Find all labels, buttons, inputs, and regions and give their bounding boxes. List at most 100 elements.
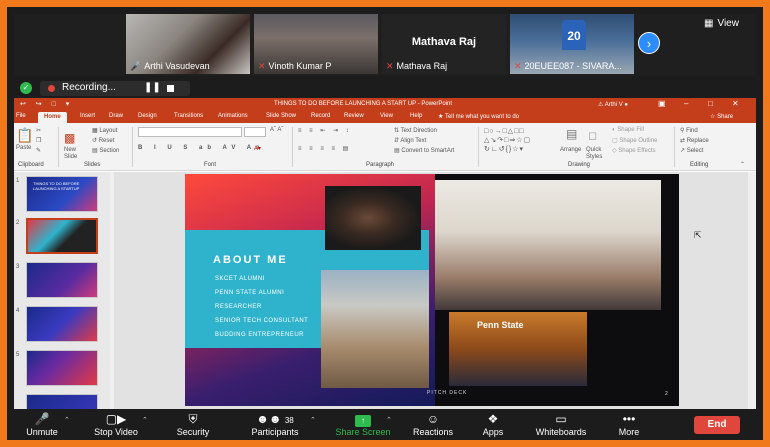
- maximize-icon[interactable]: □: [708, 99, 713, 108]
- share-screen-button[interactable]: ↑ Share Screen: [332, 412, 394, 437]
- stop-video-button[interactable]: ▢▶ Stop Video: [88, 412, 144, 437]
- shape-effects-button[interactable]: ◇ Shape Effects: [612, 147, 656, 154]
- participant-tile[interactable]: 20 ✕ 20EUEE087 - SIVARA...: [510, 14, 634, 74]
- reset-button[interactable]: ↺ Reset: [92, 137, 114, 144]
- quick-styles-icon[interactable]: ◻: [588, 129, 597, 142]
- reactions-button[interactable]: ☺ Reactions: [408, 412, 458, 437]
- shape-outline-button[interactable]: ▢ Shape Outline: [612, 137, 657, 144]
- ribbon-separator: [292, 127, 293, 167]
- next-participants-button[interactable]: ›: [638, 32, 660, 54]
- tab-draw[interactable]: Draw: [109, 113, 123, 119]
- current-slide[interactable]: ABOUT ME SKCET ALUMNI PENN STATE ALUMNI …: [185, 174, 679, 406]
- ribbon-tabs: File Home Insert Draw Design Transitions…: [14, 111, 756, 123]
- unmute-button[interactable]: 🎤 Unmute: [22, 412, 62, 437]
- more-button[interactable]: ••• More: [612, 412, 646, 437]
- ppt-titlebar: ↩ ↪ □ ▾ THINGS TO DO BEFORE LAUNCHING A …: [14, 98, 756, 111]
- arrange-icon[interactable]: ▤: [566, 127, 577, 141]
- avatar[interactable]: ●: [624, 102, 628, 108]
- collapse-ribbon-icon[interactable]: ⌃: [740, 161, 745, 168]
- convert-smartart-button[interactable]: ▤ Convert to SmartArt: [394, 147, 454, 154]
- participants-button[interactable]: ☻☻ 38 Participants: [248, 412, 302, 437]
- slide-editing-area: ABOUT ME SKCET ALUMNI PENN STATE ALUMNI …: [114, 172, 756, 409]
- tab-insert[interactable]: Insert: [80, 113, 95, 119]
- slide-thumbnail-6[interactable]: [26, 394, 98, 409]
- stop-recording-button[interactable]: [167, 85, 174, 92]
- select-button[interactable]: ↗ Select: [680, 147, 703, 154]
- tab-design[interactable]: Design: [138, 113, 157, 119]
- shapes-gallery[interactable]: □○→□△□□ △↘↷□⇒☆▢ ↻∟↺{}☆▾: [484, 127, 562, 155]
- slide-number: 1: [16, 178, 20, 184]
- apps-button[interactable]: ❖ Apps: [476, 412, 510, 437]
- minimize-icon[interactable]: –: [684, 99, 688, 108]
- align-buttons[interactable]: ≡ ≡ ≡ ≡ ▤: [298, 145, 351, 152]
- slide-thumbnail-3[interactable]: [26, 262, 98, 298]
- paste-icon[interactable]: 📋: [16, 127, 33, 144]
- slide-thumbnail-5[interactable]: [26, 350, 98, 386]
- align-text-button[interactable]: ⇵ Align Text: [394, 137, 426, 144]
- lightbulb-icon: ★: [438, 114, 444, 120]
- participant-tile[interactable]: 🎤 Arthi Vasudevan: [126, 14, 250, 74]
- participant-display-name: Mathava Raj: [411, 36, 477, 48]
- whiteboards-button[interactable]: ▭ Whiteboards: [530, 412, 592, 437]
- participant-tile[interactable]: ✕ Vinoth Kumar P: [254, 14, 378, 74]
- tab-view[interactable]: View: [380, 113, 393, 119]
- replace-button[interactable]: ⇄ Replace: [680, 137, 709, 144]
- layout-button[interactable]: ▦ Layout: [92, 127, 117, 134]
- security-button[interactable]: ⛨ Security: [172, 412, 214, 437]
- close-icon[interactable]: ✕: [732, 99, 739, 108]
- chevron-up-icon[interactable]: ⌃: [386, 416, 392, 424]
- slide-number: 5: [16, 352, 20, 358]
- quick-styles-button[interactable]: Quick Styles: [586, 147, 608, 161]
- mic-muted-icon: ✕: [514, 61, 522, 71]
- slide-scrollbar[interactable]: [748, 172, 756, 409]
- paste-button[interactable]: Paste: [16, 145, 31, 151]
- participant-name: ✕ 20EUEE087 - SIVARA...: [514, 61, 622, 71]
- participant-tile[interactable]: Mathava Raj ✕ Mathava Raj: [382, 14, 506, 74]
- slide-thumbnail-4[interactable]: [26, 306, 98, 342]
- tab-home[interactable]: Home: [38, 112, 67, 123]
- tab-help[interactable]: Help: [410, 113, 422, 119]
- shape-fill-button[interactable]: ◐ Shape Fill: [612, 127, 644, 133]
- cut-icon[interactable]: ✂: [36, 127, 41, 134]
- stop-video-label: Stop Video: [94, 427, 138, 437]
- new-slide-icon[interactable]: ▩: [64, 131, 75, 145]
- section-button[interactable]: ▤ Section: [92, 147, 119, 154]
- font-color-button[interactable]: A▾: [254, 145, 261, 152]
- end-meeting-button[interactable]: End: [694, 416, 740, 434]
- format-painter-icon[interactable]: ✎: [36, 147, 41, 154]
- new-slide-button[interactable]: New Slide: [64, 147, 88, 161]
- tab-animations[interactable]: Animations: [218, 113, 248, 119]
- share-button[interactable]: ☆ Share: [710, 113, 733, 120]
- list-buttons[interactable]: ≡ ≡ ⇤ ⇥ ↕: [298, 127, 352, 134]
- slide-thumbnail-2[interactable]: [26, 218, 98, 254]
- font-style-buttons[interactable]: B I U S ab AV Aa: [138, 145, 264, 151]
- chevron-up-icon[interactable]: ⌃: [142, 416, 148, 424]
- arrange-button[interactable]: Arrange: [560, 147, 581, 153]
- font-grow-shrink[interactable]: Aˆ Aˇ: [270, 127, 283, 133]
- quick-access-toolbar[interactable]: ↩ ↪ □ ▾: [20, 100, 73, 108]
- tell-me-search[interactable]: ★ Tell me what you want to do: [438, 113, 519, 120]
- tab-record[interactable]: Record: [311, 113, 330, 119]
- tab-slide-show[interactable]: Slide Show: [266, 113, 296, 119]
- find-button[interactable]: ⚲ Find: [680, 127, 698, 134]
- view-button[interactable]: ▦ View: [704, 18, 743, 29]
- group-slides: Slides: [84, 162, 101, 168]
- tab-file[interactable]: File: [16, 113, 26, 119]
- copy-icon[interactable]: ❐: [36, 137, 41, 144]
- text-direction-button[interactable]: ⇅ Text Direction: [394, 127, 437, 134]
- slide-number: 3: [16, 264, 20, 270]
- chevron-up-icon[interactable]: ⌃: [64, 416, 70, 424]
- mic-muted-icon: ✕: [258, 61, 266, 71]
- chevron-up-icon[interactable]: ⌃: [310, 416, 316, 424]
- ribbon-display-icon[interactable]: ▣: [658, 99, 666, 108]
- tab-transitions[interactable]: Transitions: [174, 113, 203, 119]
- slide-thumbnail-1[interactable]: THINGS TO DO BEFORE LAUNCHING A STARTUP: [26, 176, 98, 212]
- tab-review[interactable]: Review: [344, 113, 364, 119]
- user-name: ⚠ Arthi V ●: [598, 102, 629, 108]
- apps-icon: ❖: [487, 412, 499, 426]
- warning-icon: ⚠: [598, 102, 604, 108]
- font-size-dropdown[interactable]: [244, 127, 266, 137]
- pause-recording-button[interactable]: ❚❚: [144, 82, 161, 93]
- font-name-dropdown[interactable]: [138, 127, 242, 137]
- role-item: PENN STATE ALUMNI: [215, 290, 285, 296]
